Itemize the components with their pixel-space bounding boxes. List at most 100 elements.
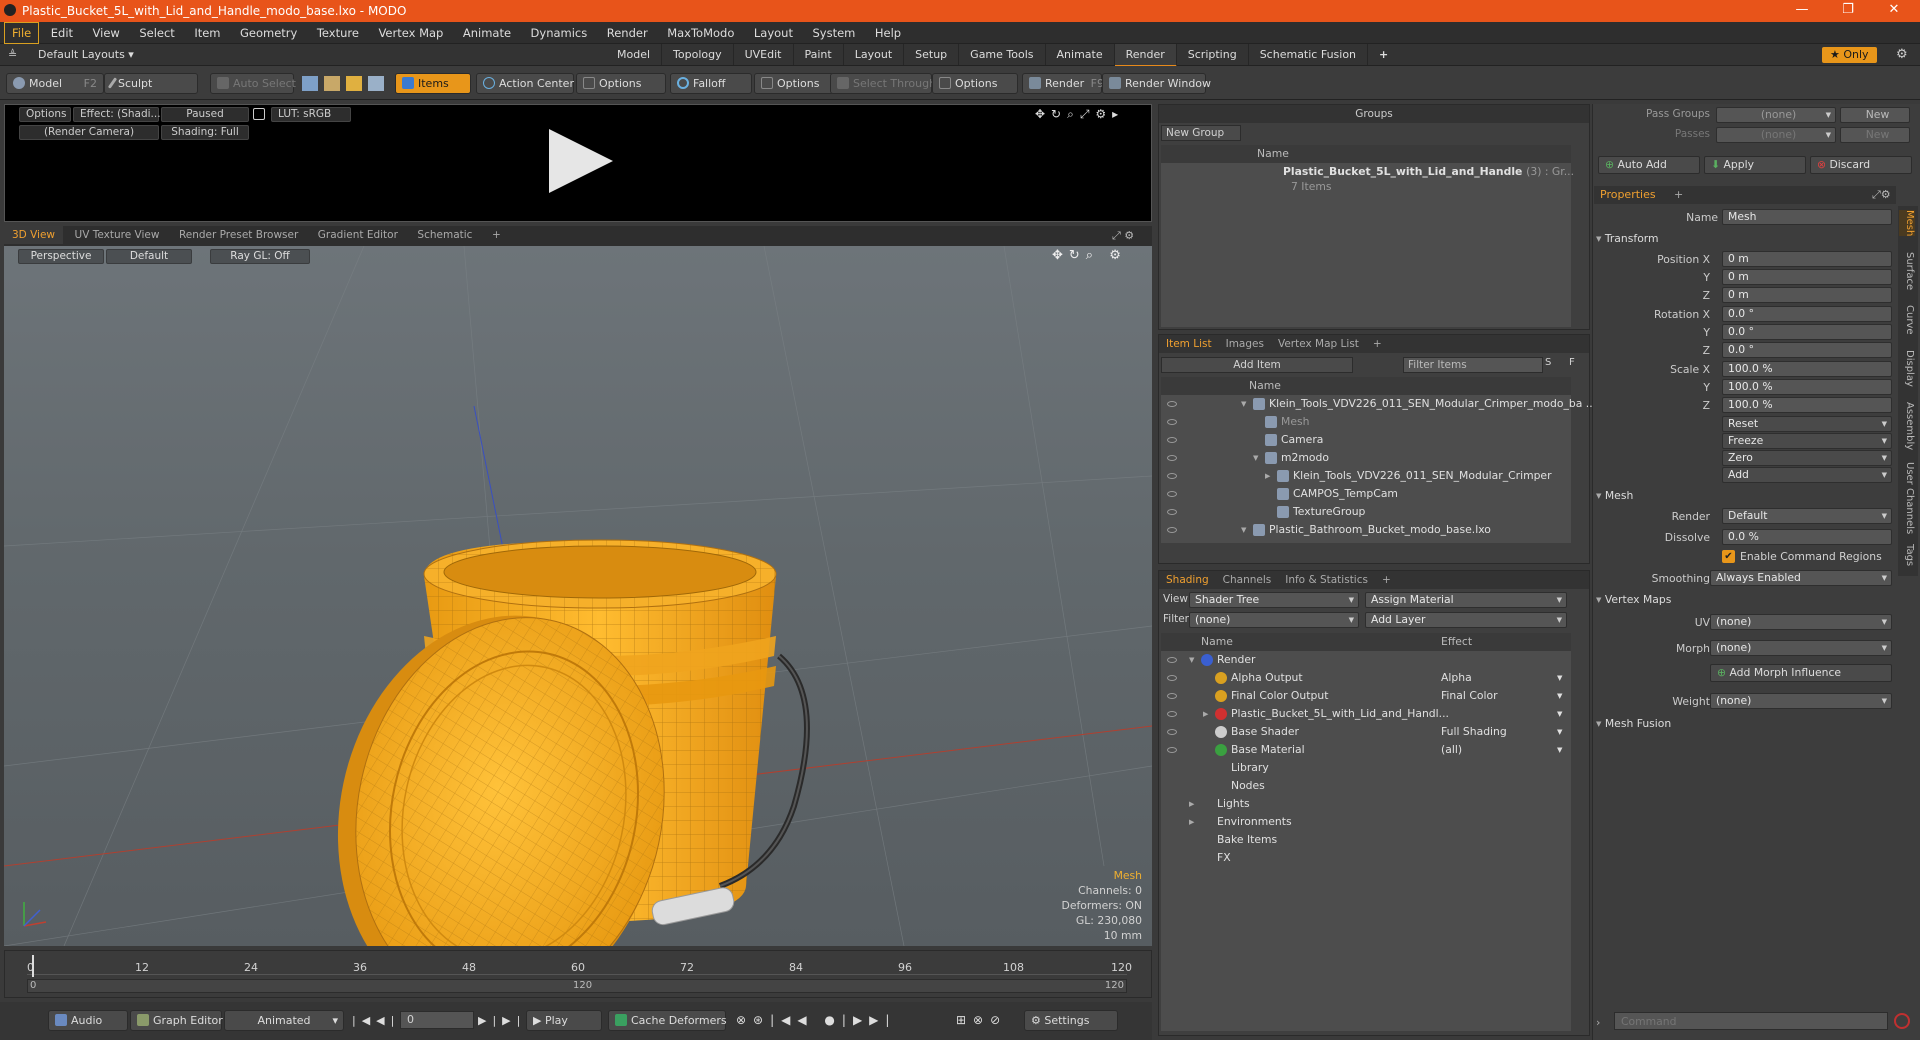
expand-arrow-icon[interactable]: ▾ [1241,521,1246,539]
frame-input[interactable]: 0 [400,1011,474,1029]
visibility-eye-icon[interactable] [1167,509,1177,515]
add-layer-dropdown[interactable]: Add Layer [1365,612,1567,628]
preview-options-button[interactable]: Options [19,107,71,122]
mesh-fusion-section[interactable]: Mesh Fusion [1596,716,1890,732]
menu-geometry[interactable]: Geometry [232,22,305,44]
action-center-options-button[interactable]: Options [576,73,666,94]
expand-arrow-icon[interactable]: ▸ [1203,705,1208,723]
vertices-icon[interactable] [302,76,318,91]
tab-setup[interactable]: Setup [904,44,960,65]
filter-items-input[interactable]: Filter Items [1403,357,1543,373]
render-dropdown[interactable]: Default [1722,508,1892,524]
tab-uv-texture-view[interactable]: UV Texture View [67,226,168,244]
expand-arrow-icon[interactable]: ▸ [1189,795,1194,813]
vertex-maps-section[interactable]: Vertex Maps [1596,592,1890,608]
side-tab-surface[interactable]: Surface [1899,252,1915,290]
position-x-field[interactable]: 0 m [1722,251,1892,267]
item-list-row[interactable]: Mesh [1161,413,1571,431]
shader-tree-row[interactable]: ▾ Render [1161,651,1571,669]
dissolve-field[interactable]: 0.0 % [1722,529,1892,545]
render-window-button[interactable]: Render Window [1102,73,1211,94]
scale-y-field[interactable]: 100.0 % [1722,379,1892,395]
expand-arrow-icon[interactable]: ▾ [1189,651,1194,669]
falloff-options-button[interactable]: Options [754,73,834,94]
add-panel-tab[interactable]: + [1366,335,1389,353]
default-layouts-dropdown[interactable]: Default Layouts ▾ [38,48,134,61]
mesh-section[interactable]: Mesh [1596,488,1890,504]
command-input[interactable] [1614,1012,1888,1030]
only-toggle[interactable]: ★ Only [1822,47,1877,63]
visibility-eye-icon[interactable] [1167,419,1177,425]
rotation-x-field[interactable]: 0.0 ° [1722,306,1892,322]
effect-dropdown-icon[interactable]: ▾ [1557,669,1562,687]
menu-file[interactable]: File [4,22,40,44]
tab-topology[interactable]: Topology [662,44,734,65]
menu-maxtomodo[interactable]: MaxToModo [659,22,742,44]
shader-tree-row[interactable]: Base Material (all) ▾ [1161,741,1571,759]
add-tab-button[interactable]: + [1368,44,1399,65]
position-z-field[interactable]: 0 m [1722,287,1892,303]
tab-images[interactable]: Images [1219,335,1271,353]
falloff-button[interactable]: Falloff [670,73,752,94]
gear-icon[interactable]: ⚙ [1896,47,1908,62]
new-pass-group-button[interactable]: New [1840,107,1910,123]
shading-dropdown[interactable]: Shading: Full [161,125,249,140]
minimize-button[interactable]: — [1782,2,1822,17]
select-through-button[interactable]: Select Through [830,73,936,94]
menu-system[interactable]: System [804,22,863,44]
add-properties-tab[interactable]: + [1674,188,1683,201]
rotation-z-field[interactable]: 0.0 ° [1722,342,1892,358]
new-pass-button[interactable]: New [1840,127,1910,143]
visibility-eye-icon[interactable] [1167,401,1177,407]
expand-icon[interactable]: ⤢⚙ [1872,188,1891,202]
tab-gradient-editor[interactable]: Gradient Editor [310,226,406,244]
visibility-eye-icon[interactable] [1167,455,1177,461]
zero-dropdown[interactable]: Zero [1722,450,1892,466]
menu-render[interactable]: Render [599,22,656,44]
visibility-eye-icon[interactable] [1167,675,1177,681]
group-row[interactable]: Plastic_Bucket_5L_with_Lid_and_Handle (3… [1161,163,1574,181]
shader-tree-row[interactable]: Nodes [1161,777,1571,795]
visibility-eye-icon[interactable] [1167,693,1177,699]
model-mode-button[interactable]: Model F2 [6,73,104,94]
graph-editor-button[interactable]: Graph Editor [130,1010,223,1031]
record-key-buttons[interactable]: ⊗⊛|◀◀ ●|▶▶| [736,1013,896,1027]
tab-channels[interactable]: Channels [1216,571,1279,589]
preview-nav-icons[interactable]: ✥↻⌕⤢⚙▸ [1035,107,1124,122]
expand-arrow-icon[interactable]: ▾ [1253,449,1258,467]
tab-schematic[interactable]: Schematic [409,226,480,244]
materials-icon[interactable] [368,76,384,91]
add-panel-tab[interactable]: + [1375,571,1398,589]
item-list-row[interactable]: ▾ Plastic_Bathroom_Bucket_modo_base.lxo [1161,521,1571,539]
shader-tree-row[interactable]: Library [1161,759,1571,777]
tab-layout[interactable]: Layout [844,44,905,65]
shader-tree-row[interactable]: ▸ Lights [1161,795,1571,813]
play-button[interactable]: ▶ Play [526,1010,602,1031]
range-slider[interactable]: 0 120 120 [27,979,1127,993]
tab-render-preset-browser[interactable]: Render Preset Browser [171,226,306,244]
menu-help[interactable]: Help [867,22,909,44]
menu-view[interactable]: View [85,22,128,44]
effect-dropdown-icon[interactable]: ▾ [1557,705,1562,723]
uv-dropdown[interactable]: (none) [1710,614,1892,630]
expand-arrow-icon[interactable]: ▸ [1189,813,1194,831]
tab-model[interactable]: Model [606,44,663,65]
freeze-dropdown[interactable]: Freeze [1722,433,1892,449]
tab-3d-view[interactable]: 3D View [4,226,64,244]
tab-item-list[interactable]: Item List [1159,335,1219,353]
enable-command-regions-checkbox[interactable]: ✔ [1722,550,1735,563]
animated-dropdown[interactable]: Animated ▾ [224,1010,344,1031]
smoothing-dropdown[interactable]: Always Enabled [1710,570,1892,586]
weight-dropdown[interactable]: (none) [1710,693,1892,709]
perspective-dropdown[interactable]: Perspective [18,249,104,264]
layout-menu-icon[interactable]: ≜ [8,48,17,61]
menu-layout[interactable]: Layout [746,22,801,44]
lock-icon[interactable] [253,108,265,120]
effect-dropdown-icon[interactable]: ▾ [1557,723,1562,741]
visibility-eye-icon[interactable] [1167,711,1177,717]
scale-x-field[interactable]: 100.0 % [1722,361,1892,377]
menu-select[interactable]: Select [131,22,182,44]
discard-button[interactable]: ⊗ Discard [1810,156,1912,174]
preview-paused-toggle[interactable]: Paused [161,107,249,122]
visibility-eye-icon[interactable] [1167,527,1177,533]
